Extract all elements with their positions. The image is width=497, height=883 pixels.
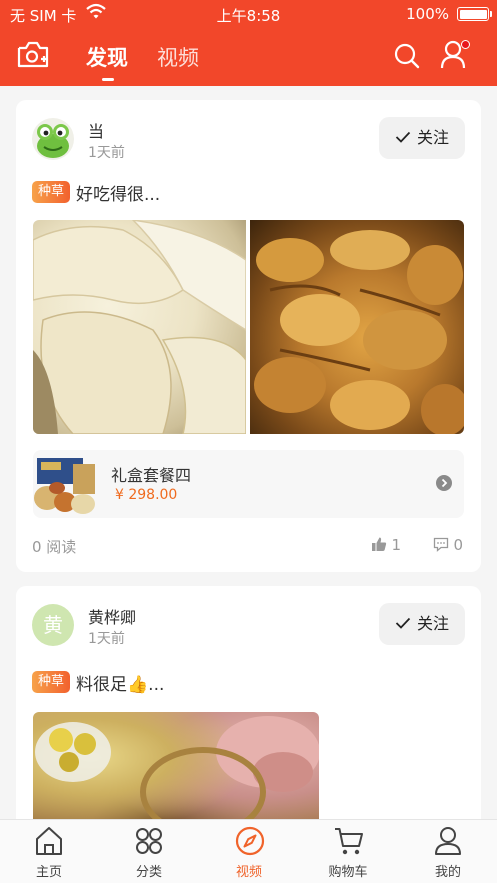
compass-icon — [235, 826, 265, 856]
tab-home[interactable]: 主页 — [9, 820, 89, 883]
comment-button[interactable]: 0 — [433, 536, 463, 554]
camera-plus-icon[interactable] — [16, 40, 50, 74]
post-images — [33, 220, 464, 434]
product-link[interactable]: 礼盒套餐四 ¥ 298.00 — [33, 450, 464, 518]
status-bar: 无 SIM 卡 上午8:58 100% — [0, 0, 497, 28]
chevron-right-icon — [436, 475, 452, 491]
feed-card[interactable]: 当 1天前 关注 种草 好吃得很... 礼盒套餐四 ¥ 298.00 0 阅读 … — [16, 100, 481, 572]
follow-label: 关注 — [416, 614, 449, 633]
tab-discover[interactable]: 发现 — [86, 42, 128, 81]
tag-badge: 种草 — [32, 671, 70, 693]
cart-icon — [335, 828, 363, 855]
follow-button[interactable]: 关注 — [379, 117, 465, 159]
follow-label: 关注 — [416, 128, 449, 147]
tab-label: 主页 — [35, 865, 62, 880]
tab-mine[interactable]: 我的 — [408, 820, 488, 883]
bottom-tab-bar: 主页 分类 视频 购物车 我的 — [0, 819, 497, 883]
feed-card[interactable]: 黄 黄桦卿 1天前 关注 种草 料很足👍... — [16, 586, 481, 846]
comment-icon — [434, 537, 449, 552]
thumbs-up-icon — [372, 537, 387, 551]
product-image — [33, 452, 97, 516]
avatar[interactable]: 黄 — [32, 604, 74, 646]
tab-category[interactable]: 分类 — [109, 820, 189, 883]
search-icon[interactable] — [393, 42, 421, 74]
profile-icon — [435, 827, 461, 855]
product-price: ¥ 298.00 — [115, 487, 178, 503]
like-button[interactable]: 1 — [371, 536, 401, 554]
product-name: 礼盒套餐四 — [111, 466, 192, 485]
post-image[interactable] — [33, 220, 246, 434]
post-text[interactable]: 好吃得很... — [76, 180, 160, 205]
home-icon — [36, 827, 62, 855]
battery-icon — [457, 7, 492, 21]
check-icon — [395, 131, 411, 143]
like-count: 1 — [391, 536, 401, 554]
tag-badge: 种草 — [32, 181, 70, 203]
post-time: 1天前 — [88, 631, 125, 647]
tab-label: 我的 — [434, 865, 461, 880]
tab-label: 分类 — [135, 865, 162, 880]
top-nav: 发现 视频 — [0, 28, 497, 86]
username[interactable]: 当 — [88, 118, 104, 142]
notification-dot — [461, 40, 470, 49]
tab-label: 视频 — [235, 865, 262, 880]
post-text[interactable]: 料很足👍... — [76, 670, 164, 695]
tab-video[interactable]: 视频 — [157, 42, 199, 72]
post-time: 1天前 — [88, 145, 125, 161]
username[interactable]: 黄桦卿 — [88, 604, 136, 628]
check-icon — [395, 617, 411, 629]
battery-text: 100% — [406, 5, 449, 23]
category-icon — [136, 828, 162, 854]
comment-count: 0 — [453, 536, 463, 554]
app-header: 无 SIM 卡 上午8:58 100% 发现 视频 — [0, 0, 497, 86]
avatar[interactable] — [32, 118, 74, 160]
read-count: 0 阅读 — [32, 538, 77, 556]
tab-cart[interactable]: 购物车 — [308, 820, 388, 883]
tab-video[interactable]: 视频 — [209, 820, 289, 883]
follow-button[interactable]: 关注 — [379, 603, 465, 645]
post-image[interactable] — [250, 220, 464, 434]
tab-label: 购物车 — [328, 865, 368, 880]
